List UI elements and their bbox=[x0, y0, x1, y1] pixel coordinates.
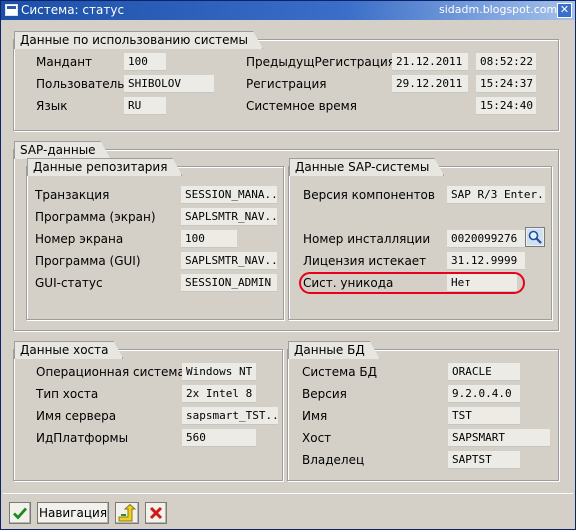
server-name-label: Имя сервера bbox=[36, 409, 117, 423]
host-type-label: Тип хоста bbox=[36, 387, 99, 401]
gui-status-field: SESSION_ADMIN bbox=[181, 274, 277, 292]
transaction-field: SESSION_MANA... bbox=[181, 186, 277, 204]
navigation-button[interactable]: Навигация bbox=[37, 502, 109, 524]
sap-data-group-title: SAP-данные bbox=[14, 141, 111, 159]
gui-program-label: Программа (GUI) bbox=[35, 254, 141, 268]
transaction-label: Транзакция bbox=[35, 188, 110, 202]
db-name-label: Имя bbox=[302, 409, 328, 423]
confirm-button[interactable] bbox=[9, 502, 31, 524]
platform-id-field: 560 bbox=[182, 429, 256, 447]
close-icon[interactable]: ✕ bbox=[557, 3, 572, 18]
prev-reg-time: 08:52:22 bbox=[476, 53, 536, 71]
sys-time-label: Системное время bbox=[246, 99, 357, 113]
db-group-title: Данные БД bbox=[288, 341, 380, 359]
db-owner-field: SAPTST bbox=[448, 451, 520, 469]
lang-field: RU bbox=[124, 97, 166, 115]
prev-reg-label: ПредыдущРегистрация bbox=[246, 55, 395, 69]
repo-group-title: Данные репозитария bbox=[27, 158, 182, 176]
db-version-label: Версия bbox=[302, 387, 347, 401]
db-host-field: SAPSMART bbox=[448, 429, 550, 447]
db-host-label: Хост bbox=[302, 431, 332, 445]
lang-label: Язык bbox=[36, 99, 68, 113]
host-type-field: 2x Intel 8 bbox=[182, 385, 256, 403]
license-label: Лицензия истекает bbox=[303, 254, 427, 268]
button-bar: Навигация bbox=[3, 493, 573, 528]
db-name-field: TST bbox=[448, 407, 520, 425]
user-label: Пользователь bbox=[36, 77, 125, 91]
cancel-button[interactable] bbox=[145, 502, 167, 524]
reg-label: Регистрация bbox=[246, 77, 327, 91]
host-group: Данные хоста Операционная система Window… bbox=[13, 349, 283, 481]
db-system-label: Система БД bbox=[302, 365, 377, 379]
gui-status-label: GUI-статус bbox=[35, 276, 103, 290]
usage-group: Данные по использованию системы Мандант … bbox=[13, 39, 559, 131]
install-number-label: Номер инсталляции bbox=[303, 232, 431, 246]
client-field: 100 bbox=[124, 53, 166, 71]
db-version-field: 9.2.0.4.0 bbox=[448, 385, 520, 403]
db-owner-label: Владелец bbox=[302, 453, 365, 467]
sap-data-group: SAP-данные Данные репозитария Транзакция… bbox=[13, 149, 559, 331]
program-screen-field: SAPLSMTR_NAV... bbox=[181, 208, 277, 226]
license-field: 31.12.9999 bbox=[447, 252, 525, 270]
install-number-field: 0020099276 bbox=[447, 230, 525, 248]
screen-number-field: 100 bbox=[181, 230, 237, 248]
program-screen-label: Программа (экран) bbox=[35, 210, 156, 224]
window-title: Система: статус bbox=[21, 3, 125, 17]
server-name-field: sapsmart_TST... bbox=[182, 407, 278, 425]
components-field: SAP R/3 Enter... bbox=[447, 186, 545, 204]
title-bar: Система: статус sidadm.blogspot.com ✕ bbox=[1, 1, 575, 20]
export-icon bbox=[118, 503, 137, 522]
cancel-x-icon bbox=[149, 506, 163, 520]
repo-group: Данные репозитария Транзакция SESSION_MA… bbox=[26, 166, 284, 320]
sap-system-group-title: Данные SAP-системы bbox=[289, 158, 444, 176]
prev-reg-date: 21.12.2011 bbox=[392, 53, 468, 71]
gui-program-field: SAPLSMTR_NAV... bbox=[181, 252, 277, 270]
db-system-field: ORACLE bbox=[448, 363, 520, 381]
sys-time-field: 15:24:40 bbox=[476, 97, 536, 115]
unicode-highlight-marker bbox=[299, 272, 525, 294]
os-label: Операционная система bbox=[36, 365, 185, 379]
components-label: Версия компонентов bbox=[303, 188, 435, 202]
reg-date: 29.12.2011 bbox=[392, 75, 468, 93]
host-group-title: Данные хоста bbox=[14, 341, 123, 359]
content-area: Данные по использованию системы Мандант … bbox=[3, 23, 573, 485]
magnifier-icon bbox=[527, 229, 543, 245]
client-label: Мандант bbox=[36, 55, 93, 69]
platform-id-label: ИдПлатформы bbox=[36, 431, 129, 445]
component-details-button[interactable] bbox=[525, 227, 545, 247]
screen-number-label: Номер экрана bbox=[35, 232, 124, 246]
reg-time: 15:24:37 bbox=[476, 75, 536, 93]
watermark-site: sidadm.blogspot.com bbox=[439, 3, 558, 16]
window-icon bbox=[5, 4, 18, 16]
export-button[interactable] bbox=[115, 502, 139, 524]
db-group: Данные БД Система БД ORACLE Версия 9.2.0… bbox=[287, 349, 559, 481]
sap-system-group: Данные SAP-системы Версия компонентов SA… bbox=[288, 166, 552, 320]
checkmark-icon bbox=[13, 507, 28, 520]
user-field: SHIBOLOV bbox=[124, 75, 214, 93]
status-window: Система: статус sidadm.blogspot.com ✕ Да… bbox=[0, 0, 576, 530]
os-field: Windows NT bbox=[182, 363, 256, 381]
usage-group-title: Данные по использованию системы bbox=[14, 31, 263, 49]
